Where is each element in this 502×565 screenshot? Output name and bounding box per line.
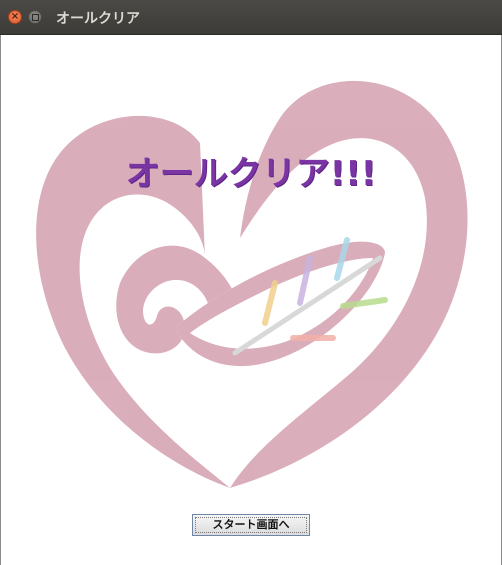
all-clear-headline: オールクリア!!!: [125, 154, 377, 194]
maximize-window-button[interactable]: [28, 10, 42, 24]
title-bar: × オールクリア: [0, 0, 502, 35]
maximize-icon: [32, 14, 39, 21]
start-screen-button[interactable]: スタート画面へ: [192, 514, 310, 536]
window-title: オールクリア: [56, 11, 140, 27]
close-icon: ×: [10, 11, 20, 22]
heart-leaf-logo-icon: [36, 80, 468, 488]
start-screen-button-label: スタート画面へ: [195, 517, 307, 533]
close-window-button[interactable]: ×: [8, 10, 22, 24]
